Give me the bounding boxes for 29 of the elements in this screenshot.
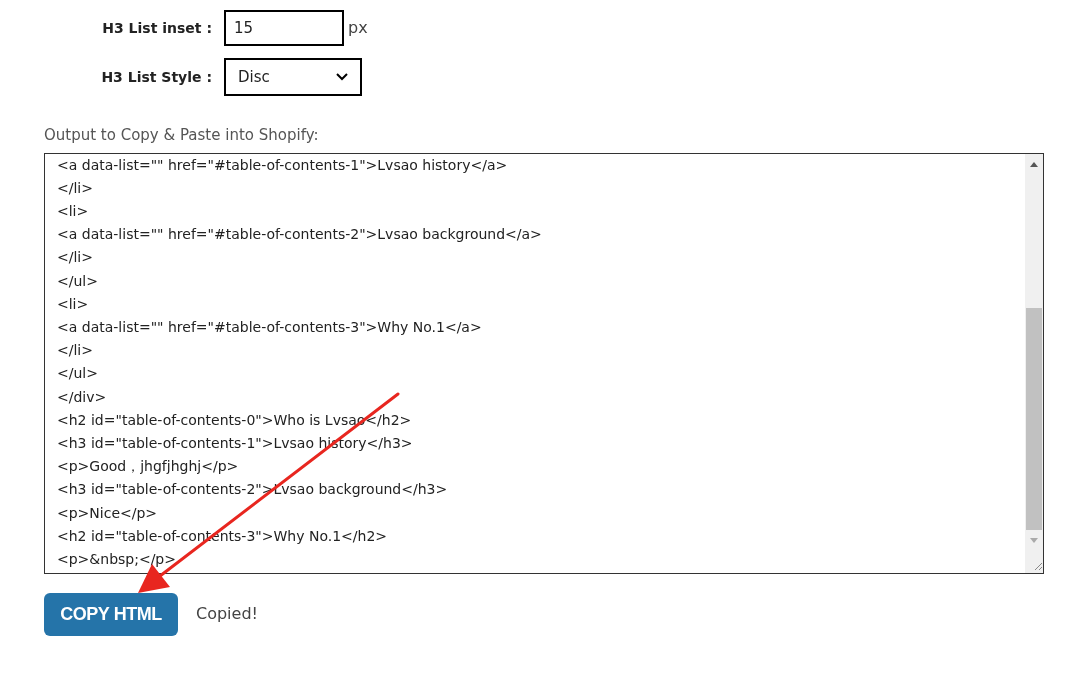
code-line: <li> — [57, 294, 90, 314]
chevron-down-icon — [336, 73, 348, 81]
code-line: </li> — [57, 178, 94, 198]
code-line: <a data-list="" href="#table-of-contents-2">Lvsao background</a> — [57, 225, 543, 245]
inset-input[interactable]: 15 — [224, 10, 344, 46]
code-line: </ul> — [57, 271, 99, 291]
setting-label: H3 List inset : — [101, 18, 213, 38]
resize-grip-icon — [1033, 560, 1043, 571]
code-line: <p>&nbsp;</p> — [57, 549, 177, 569]
code-line: </li> — [57, 248, 94, 268]
setting-label: H3 List Style : — [100, 67, 213, 87]
output-textarea[interactable] — [44, 152, 1044, 574]
code-line: </li> — [57, 341, 94, 361]
code-line: </div> — [57, 387, 108, 407]
output-label: Output to Copy & Paste into Shopify: — [44, 125, 320, 146]
scroll-down-icon — [1030, 537, 1038, 543]
unit-label: px — [348, 17, 368, 39]
status-text: Copied! — [196, 603, 258, 625]
scrollbar-thumb[interactable] — [1026, 307, 1042, 530]
code-line: <a data-list="" href="#table-of-contents-3">Why No.1</a> — [57, 317, 483, 337]
code-line: <li> — [57, 201, 90, 221]
code-line: </ul> — [57, 364, 99, 384]
scrollbar[interactable] — [1025, 153, 1043, 573]
copy-html-button[interactable]: COPY HTML — [44, 592, 178, 636]
code-line: <p>Good，jhgfjhghj</p> — [57, 457, 240, 477]
style-select[interactable]: Disc — [224, 58, 362, 96]
code-line: <a data-list="" href="#table-of-contents-1">Lvsao history</a> — [57, 155, 509, 175]
scroll-up-icon — [1030, 161, 1038, 167]
code-line: <p>Nice</p> — [57, 503, 159, 523]
